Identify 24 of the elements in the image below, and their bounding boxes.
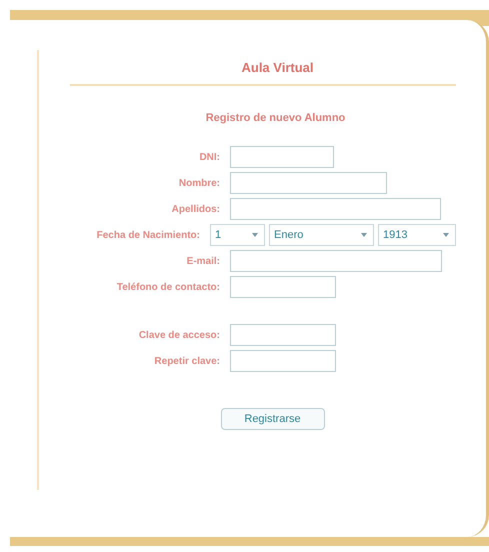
field-label: Teléfono de contacto: xyxy=(116,282,221,292)
page-title: Aula Virtual xyxy=(240,60,314,75)
dropdown[interactable]: 1 xyxy=(210,224,265,246)
input-field[interactable] xyxy=(230,276,336,298)
dropdown[interactable]: 1913 xyxy=(378,224,456,246)
field-label: Apellidos: xyxy=(170,204,221,214)
input-field[interactable] xyxy=(230,350,336,372)
caret-icon xyxy=(361,233,367,237)
field-label: Clave de acceso: xyxy=(138,330,221,340)
field-label: DNI: xyxy=(198,152,221,162)
input-field[interactable] xyxy=(230,198,441,220)
field-label: E-mail: xyxy=(186,256,221,266)
caret-icon xyxy=(252,233,258,237)
input-field[interactable] xyxy=(230,250,442,272)
caret-icon xyxy=(443,233,449,237)
input-field[interactable] xyxy=(230,172,387,194)
form-title: Registro de nuevo Alumno xyxy=(204,112,346,124)
field-label: Nombre: xyxy=(178,178,221,188)
input-field[interactable] xyxy=(230,146,334,168)
register-button[interactable]: Registrarse xyxy=(220,408,324,430)
field-label: Fecha de Nacimiento: xyxy=(96,230,201,240)
field-label: Repetir clave: xyxy=(153,356,221,366)
input-field[interactable] xyxy=(230,324,336,346)
dropdown[interactable]: Enero xyxy=(269,224,374,246)
